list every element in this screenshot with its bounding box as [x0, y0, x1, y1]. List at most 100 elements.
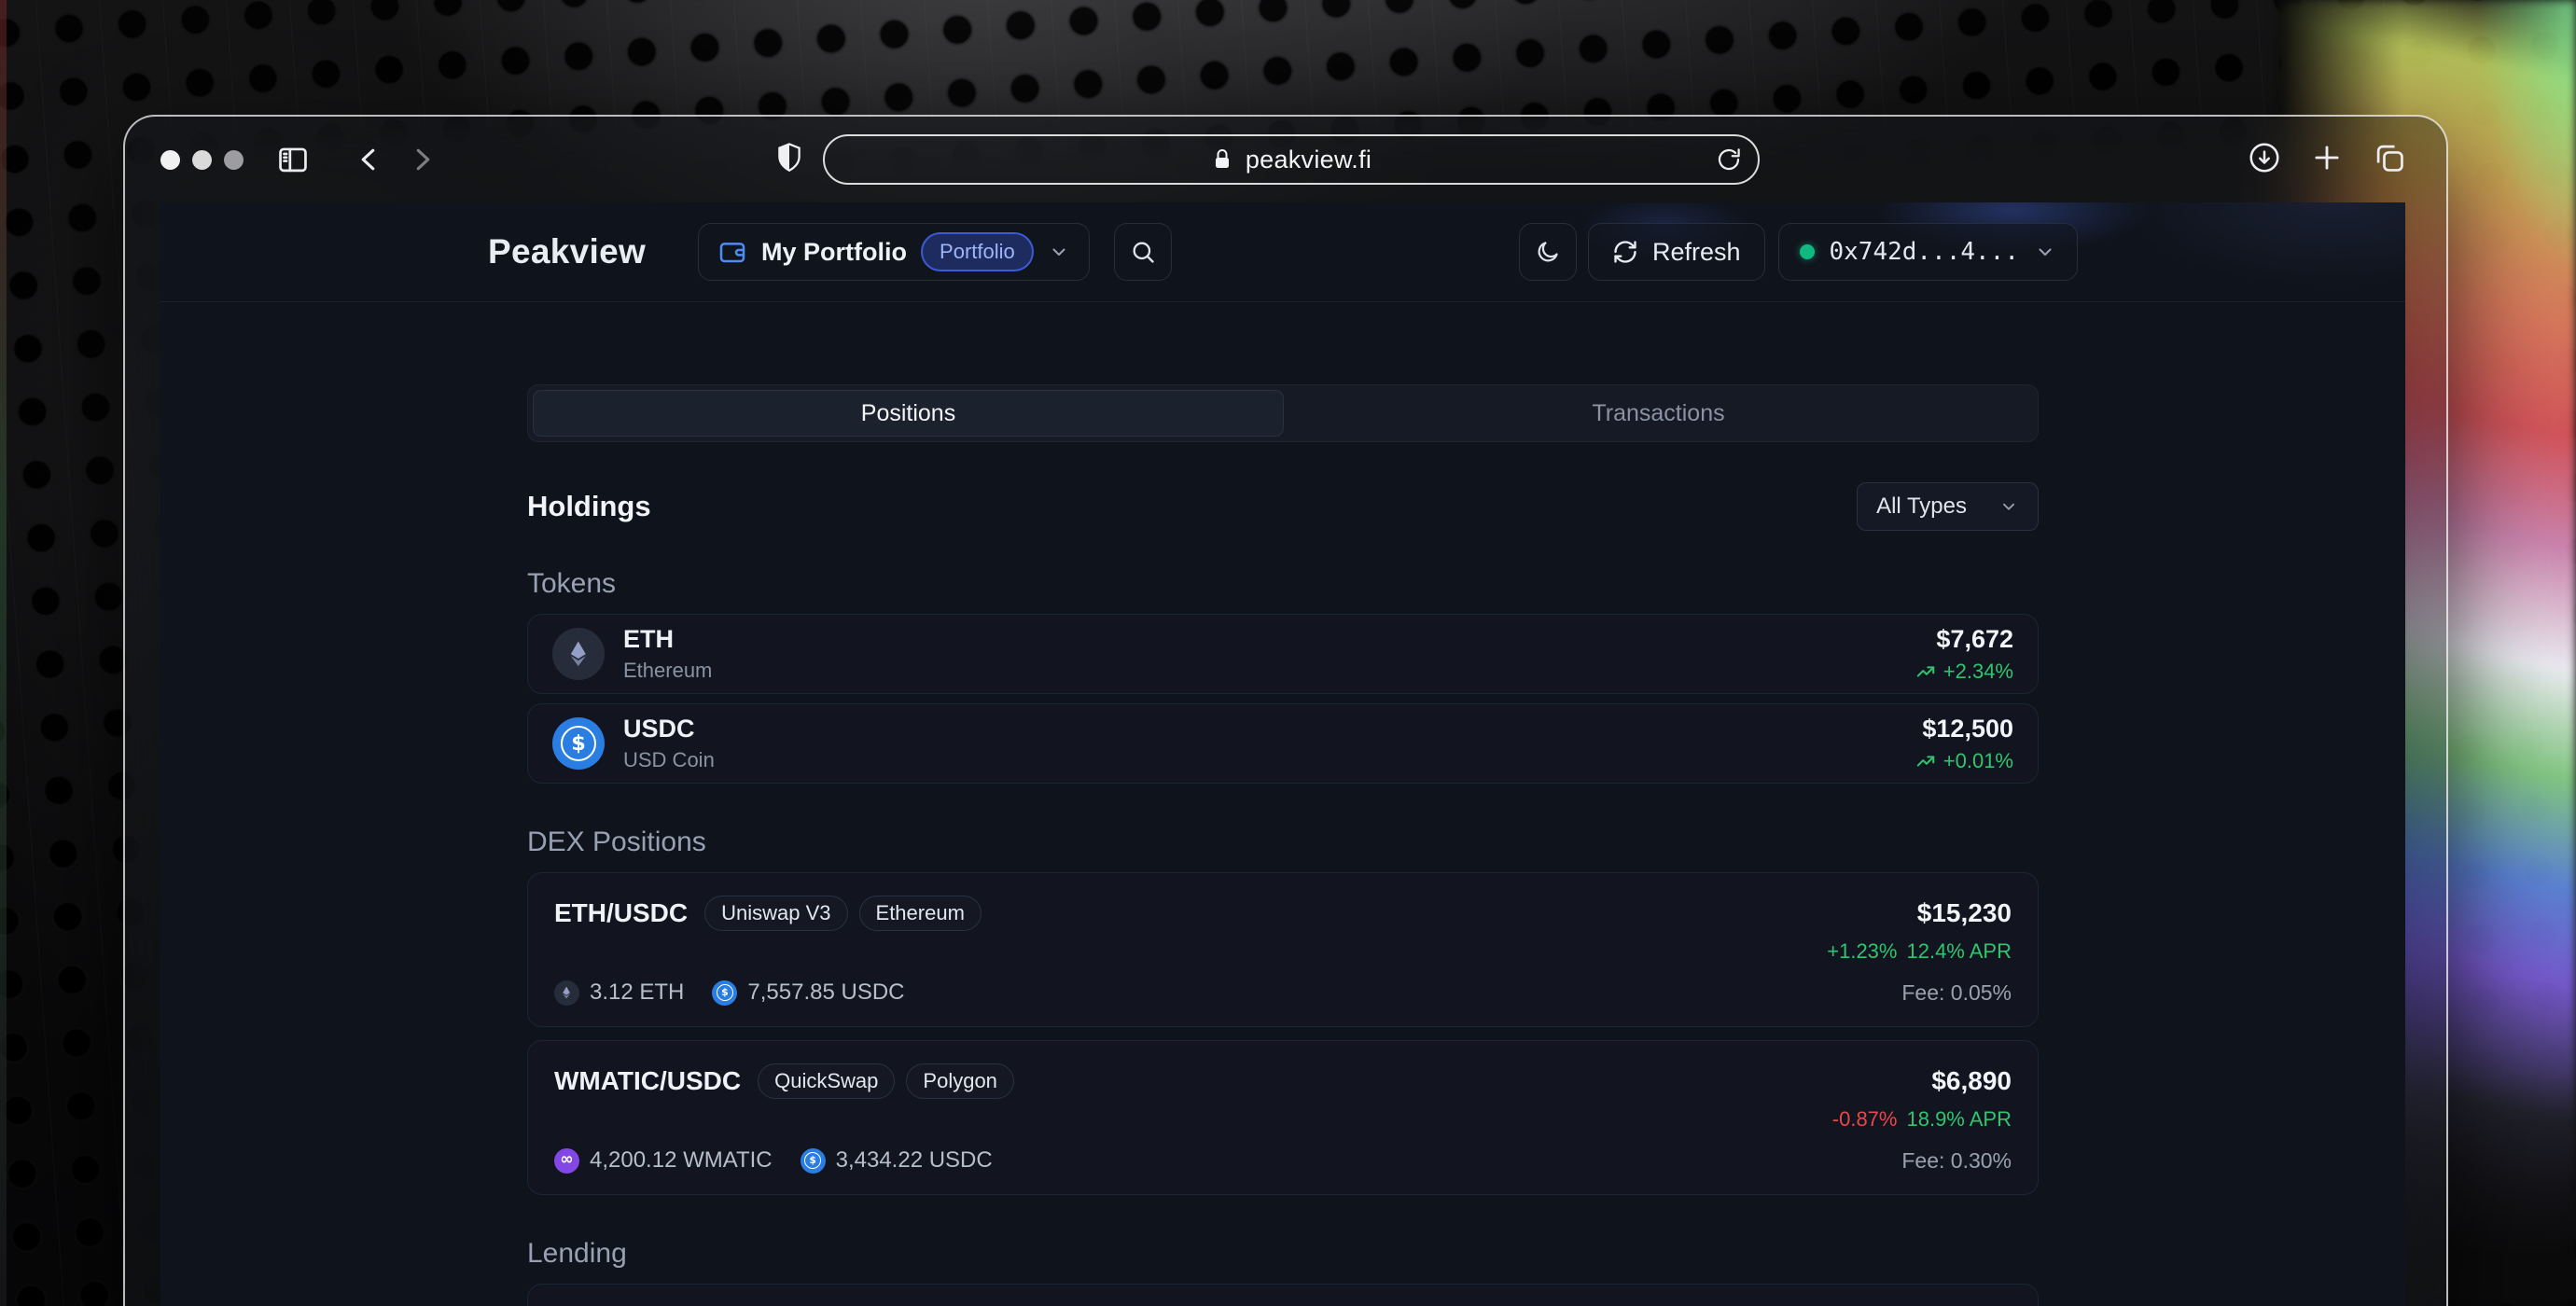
usdc-icon: $: [800, 1147, 826, 1174]
refresh-button[interactable]: Refresh: [1587, 223, 1765, 281]
back-button[interactable]: [353, 143, 386, 176]
portfolio-switcher[interactable]: My Portfolio Portfolio: [698, 223, 1090, 281]
token-value: $7,672: [1936, 624, 2013, 653]
downloads-button[interactable]: [2247, 140, 2282, 175]
token-amount: 4,200.12 WMATIC: [590, 1147, 773, 1173]
shield-icon: [778, 143, 801, 173]
dex-row-eth-usdc[interactable]: ETH/USDC Uniswap V3 Ethereum $15,230 +1.…: [527, 872, 2039, 1027]
chevron-down-icon: [1998, 496, 2019, 517]
theme-toggle-button[interactable]: [1518, 223, 1577, 281]
chevron-left-icon: [361, 148, 375, 171]
chain-badge: Ethereum: [858, 896, 982, 931]
position-change: -0.87%: [1831, 1107, 1898, 1131]
token-change: +2.34%: [1942, 659, 2013, 683]
refresh-label: Refresh: [1651, 237, 1741, 266]
section-title-dex: DEX Positions: [527, 827, 706, 857]
reload-button[interactable]: [1715, 146, 1743, 174]
tab-transactions[interactable]: Transactions: [1284, 390, 2033, 437]
search-button[interactable]: [1113, 223, 1172, 281]
eth-icon: [552, 628, 605, 680]
holdings-title: Holdings: [527, 490, 651, 522]
dex-row-wmatic-usdc[interactable]: WMATIC/USDC QuickSwap Polygon $6,890 -0.…: [527, 1040, 2039, 1195]
chevron-down-icon: [2034, 241, 2056, 263]
trending-up-icon: [1915, 661, 1936, 682]
plus-icon: [2315, 146, 2339, 170]
tab-positions[interactable]: Positions: [533, 390, 1284, 437]
screen: peakview.fi Peakview My Portfolio Portfo…: [0, 0, 2576, 1306]
usdc-icon: $: [552, 717, 605, 770]
tab-overview-button[interactable]: [2372, 140, 2407, 175]
token-symbol: ETH: [623, 625, 674, 653]
window-close-button[interactable]: [160, 150, 180, 170]
token-value: $12,500: [1922, 714, 2013, 743]
portfolio-switcher-label: My Portfolio: [761, 237, 908, 266]
token-name: Ethereum: [623, 659, 713, 682]
lock-icon: [1211, 147, 1233, 172]
fee-label: Fee: 0.05%: [1901, 980, 2012, 1005]
lending-row-aeth[interactable]: aETH Aave V3 Supply $8,450 2.9% APY: [527, 1284, 2039, 1306]
chevron-down-icon: [1048, 241, 1070, 263]
polygon-icon: ∞: [554, 1147, 579, 1174]
wallet-address: 0x742d...4...: [1829, 238, 2020, 266]
pair-name: WMATIC/USDC: [554, 1066, 742, 1095]
url-text: peakview.fi: [1245, 145, 1372, 174]
token-name: USD Coin: [623, 748, 715, 771]
screen-edge-glint: [0, 0, 7, 1306]
browser-window: peakview.fi Peakview My Portfolio Portfo…: [123, 115, 2448, 1306]
protocol-badge: Uniswap V3: [704, 896, 848, 931]
refresh-icon: [1612, 239, 1638, 265]
site-logo: Peakview: [488, 232, 647, 271]
position-apr: 12.4% APR: [1906, 939, 2012, 963]
wallet-icon: [717, 237, 747, 267]
site-header: Peakview My Portfolio Portfolio Refresh …: [160, 202, 2405, 302]
panel-left-icon: [279, 147, 307, 173]
privacy-shield-icon[interactable]: [773, 140, 805, 177]
fee-label: Fee: 0.30%: [1901, 1147, 2012, 1173]
webpage: Peakview My Portfolio Portfolio Refresh …: [160, 202, 2405, 1306]
search-icon: [1130, 239, 1156, 265]
dex-positions-list: ETH/USDC Uniswap V3 Ethereum $15,230 +1.…: [527, 872, 2039, 1195]
token-amount: 3,434.22 USDC: [835, 1147, 993, 1173]
reload-icon: [1718, 148, 1740, 171]
section-title-tokens: Tokens: [527, 568, 617, 599]
sidebar-toggle-button[interactable]: [274, 142, 312, 177]
toolbar-right-actions: [2247, 140, 2407, 175]
positions-transactions-tabs: Positions Transactions: [527, 384, 2039, 442]
type-filter-select[interactable]: All Types: [1857, 482, 2039, 531]
portfolio-badge: Portfolio: [921, 232, 1034, 271]
trending-up-icon: [1915, 751, 1936, 771]
browser-toolbar: peakview.fi: [125, 117, 2446, 202]
main-content: Positions Transactions Holdings All Type…: [527, 384, 2039, 1306]
download-icon: [2249, 143, 2279, 173]
position-value: $6,890: [1931, 1066, 2012, 1095]
protocol-badge: QuickSwap: [758, 1063, 896, 1099]
eth-icon: [554, 980, 579, 1006]
token-row-usdc[interactable]: $ USDC USD Coin $12,500 +0.01%: [527, 703, 2039, 784]
position-value: $15,230: [1916, 898, 2012, 927]
address-bar[interactable]: peakview.fi: [823, 134, 1760, 185]
token-change: +0.01%: [1942, 748, 2013, 772]
forward-button[interactable]: [405, 143, 439, 176]
window-controls: [160, 150, 244, 170]
chevron-right-icon: [416, 148, 430, 171]
tokens-list: ETH Ethereum $7,672 +2.34% $ USDC USD Co…: [527, 614, 2039, 784]
new-tab-button[interactable]: [2309, 140, 2345, 175]
holdings-header-row: Holdings All Types: [527, 482, 2039, 531]
position-apr: 18.9% APR: [1906, 1107, 2012, 1131]
usdc-icon: $: [712, 980, 738, 1006]
window-minimize-button[interactable]: [192, 150, 212, 170]
moon-icon: [1535, 239, 1561, 265]
chain-badge: Polygon: [906, 1063, 1014, 1099]
pair-name: ETH/USDC: [554, 898, 689, 927]
token-row-eth[interactable]: ETH Ethereum $7,672 +2.34%: [527, 614, 2039, 694]
connection-status-dot: [1799, 244, 1815, 259]
section-title-lending: Lending: [527, 1238, 627, 1269]
type-filter-value: All Types: [1876, 493, 1967, 519]
wallet-address-button[interactable]: 0x742d...4...: [1777, 223, 2078, 281]
token-amount: 7,557.85 USDC: [747, 980, 905, 1005]
lending-list: aETH Aave V3 Supply $8,450 2.9% APY: [527, 1284, 2039, 1306]
tab-overview-icon: [2376, 145, 2403, 172]
window-zoom-button[interactable]: [224, 150, 244, 170]
position-change: +1.23%: [1827, 939, 1898, 963]
token-amount: 3.12 ETH: [590, 980, 685, 1005]
